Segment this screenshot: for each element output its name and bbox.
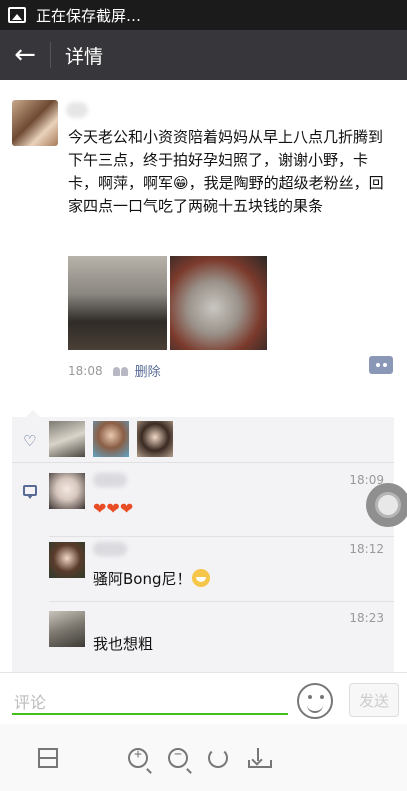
like-avatar[interactable] [137, 421, 173, 457]
delete-link[interactable]: 删除 [135, 361, 161, 380]
commenter-avatar[interactable] [49, 611, 85, 647]
top-bar: ← 详情 [0, 30, 407, 80]
comment-text-content: 骚阿Bong尼！ [93, 570, 192, 588]
comment-composer: 评论 发送 [0, 672, 407, 724]
comment-hearts: ❤❤❤ [93, 499, 134, 518]
post-meta: 18:08 删除 [68, 361, 161, 381]
like-avatar[interactable] [93, 421, 129, 457]
post-photo-1[interactable] [68, 256, 167, 350]
layout-icon[interactable] [38, 748, 58, 768]
comment-time: 18:12 [349, 542, 384, 556]
comment-time: 18:23 [349, 611, 384, 625]
comments-panel: ♡ 18:09 ❤❤❤ 18:12 骚阿Bong尼！ 18:23 我也想粗 [12, 410, 394, 673]
screenshot-icon [8, 7, 26, 23]
download-icon[interactable] [248, 748, 272, 768]
comment-text: 骚阿Bong尼！ [93, 568, 210, 589]
friends-visibility-icon [112, 366, 129, 376]
zoom-out-icon[interactable]: − [168, 747, 188, 768]
comment-item[interactable]: 18:12 骚阿Bong尼！ [49, 542, 394, 602]
grin-emoji-icon [191, 569, 210, 587]
post-time: 18:08 [68, 363, 103, 378]
zoom-in-icon[interactable]: + [128, 747, 148, 768]
author-name-blurred[interactable] [66, 102, 88, 118]
comment-item[interactable]: 18:09 ❤❤❤ [49, 473, 394, 537]
page-title: 详情 [65, 45, 104, 68]
status-text: 正在保存截屏… [36, 6, 142, 25]
moment-post: 今天老公和小资资陪着妈妈从早上八点几折腾到下午三点，终于拍好孕妇照了，谢谢小野，… [0, 80, 407, 410]
status-bar: 正在保存截屏… [0, 0, 407, 30]
back-arrow-icon: ← [14, 40, 36, 70]
commenter-avatar[interactable] [49, 473, 85, 509]
post-text: 今天老公和小资资陪着妈妈从早上八点几折腾到下午三点，终于拍好孕妇照了，谢谢小野，… [68, 128, 384, 215]
rotate-icon[interactable] [208, 748, 228, 768]
comment-icon [23, 485, 37, 499]
comment-text: ❤❤❤ [93, 499, 133, 518]
floating-assist-button[interactable] [366, 483, 407, 527]
zoom-in-glyph: + [134, 747, 142, 762]
bottom-toolbar: + − [0, 724, 407, 791]
zoom-out-glyph: − [174, 747, 182, 762]
commenter-avatar[interactable] [49, 542, 85, 578]
comment-text: 我也想粗 [93, 635, 154, 653]
likes-row: ♡ [12, 417, 394, 463]
emoji-button[interactable] [297, 683, 333, 719]
more-actions-button[interactable] [369, 356, 393, 374]
commenter-name-blurred[interactable] [93, 473, 127, 487]
send-button[interactable]: 发送 [349, 683, 399, 717]
back-button[interactable]: ← [0, 30, 50, 80]
comment-input[interactable]: 评论 [12, 687, 288, 715]
heart-icon: ♡ [23, 432, 37, 450]
post-photo-2[interactable] [170, 256, 267, 350]
comment-item[interactable]: 18:23 我也想粗 [49, 611, 394, 667]
header-divider [50, 42, 51, 68]
like-avatar[interactable] [49, 421, 85, 457]
author-avatar[interactable] [12, 100, 58, 146]
commenter-name-blurred[interactable] [93, 542, 127, 556]
